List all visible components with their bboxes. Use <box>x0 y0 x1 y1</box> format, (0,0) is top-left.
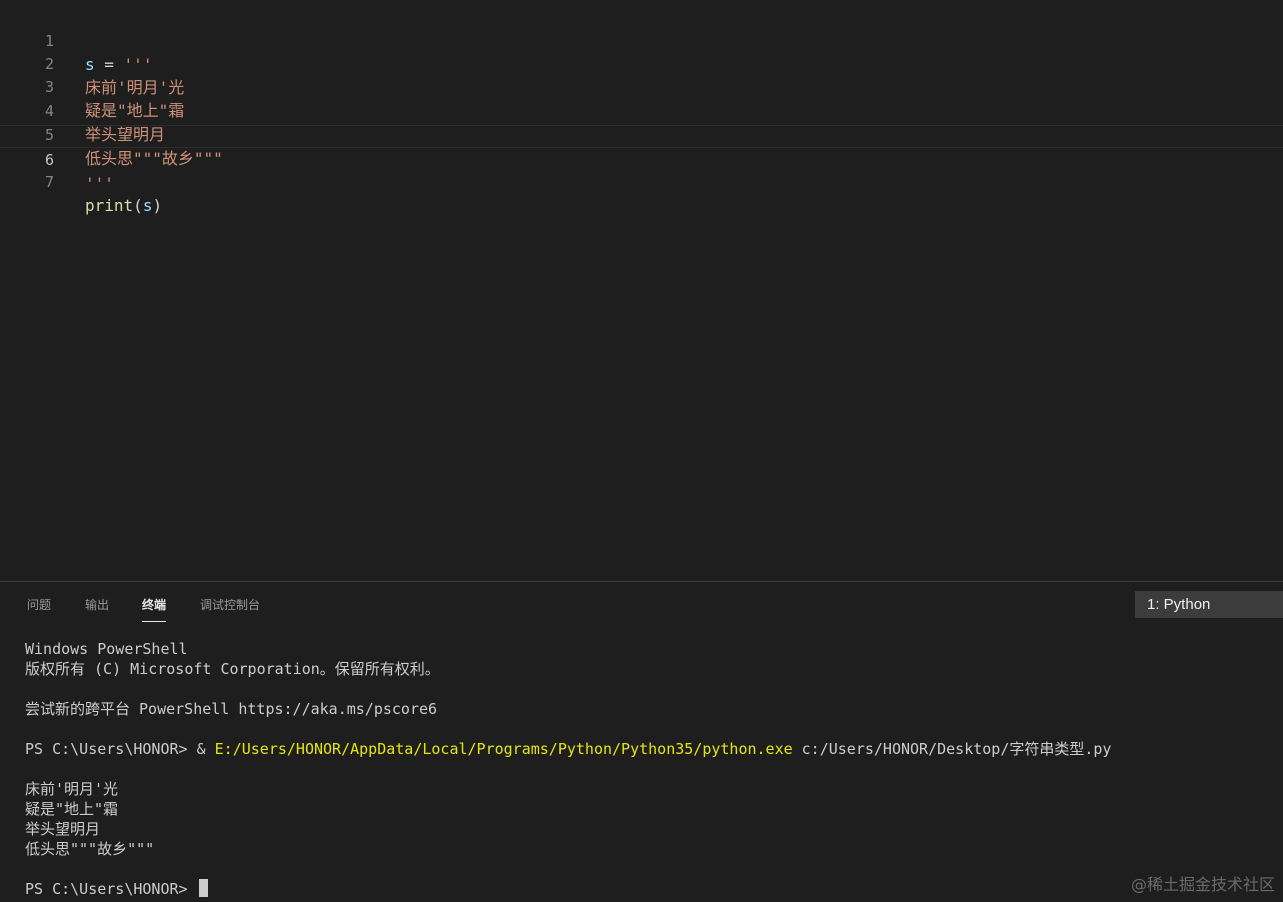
tab-terminal[interactable]: 终端 <box>142 596 167 622</box>
terminal-line: Windows PowerShell <box>25 640 188 658</box>
line-number: 7 <box>44 173 54 191</box>
code-line-7[interactable]: 7 print(s) <box>0 148 1283 215</box>
terminal-prompt: PS C:\Users\HONOR> <box>25 880 197 898</box>
token-variable: s <box>142 196 153 215</box>
terminal-output-line: 低头思"""故乡""" <box>25 840 155 858</box>
terminal-line: 版权所有 (C) Microsoft Corporation。保留所有权利。 <box>25 660 440 678</box>
code-line-5[interactable]: 5 低头思"""故乡""" <box>0 101 1283 168</box>
terminal-command-line: PS C:\Users\HONOR> & E:/Users/HONOR/AppD… <box>25 739 1111 759</box>
token-function: print <box>85 196 134 215</box>
code-line-6[interactable]: 6 ''' <box>0 125 1283 193</box>
script-path[interactable]: c:/Users/HONOR/Desktop/字符串类型.py <box>793 740 1112 758</box>
watermark: @稀土掘金技术社区 <box>1130 875 1275 894</box>
code-line-3[interactable]: 3 疑是"地上"霜 <box>0 53 1283 120</box>
terminal-output-line: 举头望明月 <box>25 820 101 838</box>
code-editor[interactable]: 1 s = ''' 2 床前'明月'光 3 疑是"地上"霜 4 举头望明月 5 … <box>0 0 1283 581</box>
terminal-output-line: 床前'明月'光 <box>25 780 119 798</box>
bottom-panel: 问题 输出 终端 调试控制台 1: Python Windows PowerSh… <box>0 581 1283 902</box>
terminal-prompt: PS C:\Users\HONOR> & <box>25 740 215 758</box>
terminal-select-dropdown[interactable]: 1: Python <box>1135 591 1283 618</box>
python-exe-path[interactable]: E:/Users/HONOR/AppData/Local/Programs/Py… <box>215 740 793 758</box>
terminal-line: 尝试新的跨平台 PowerShell https://aka.ms/pscore… <box>25 700 438 718</box>
code-line-4[interactable]: 4 举头望明月 <box>0 77 1283 144</box>
tab-debug-console[interactable]: 调试控制台 <box>200 596 260 621</box>
token-paren: ) <box>152 196 163 215</box>
terminal-output-line: 疑是"地上"霜 <box>25 800 119 818</box>
terminal-input-line[interactable]: PS C:\Users\HONOR> <box>25 879 208 899</box>
token-paren: ( <box>133 196 143 215</box>
code-text: ''' <box>85 174 114 193</box>
terminal-cursor <box>198 879 208 897</box>
tab-output[interactable]: 输出 <box>85 596 109 621</box>
code-line-2[interactable]: 2 床前'明月'光 <box>0 30 1283 97</box>
code-line-1[interactable]: 1 s = ''' <box>0 7 1283 74</box>
code-text: print(s) <box>85 194 162 217</box>
panel-tabs: 问题 输出 终端 调试控制台 1: Python <box>0 582 1283 628</box>
tab-problems[interactable]: 问题 <box>27 596 51 621</box>
